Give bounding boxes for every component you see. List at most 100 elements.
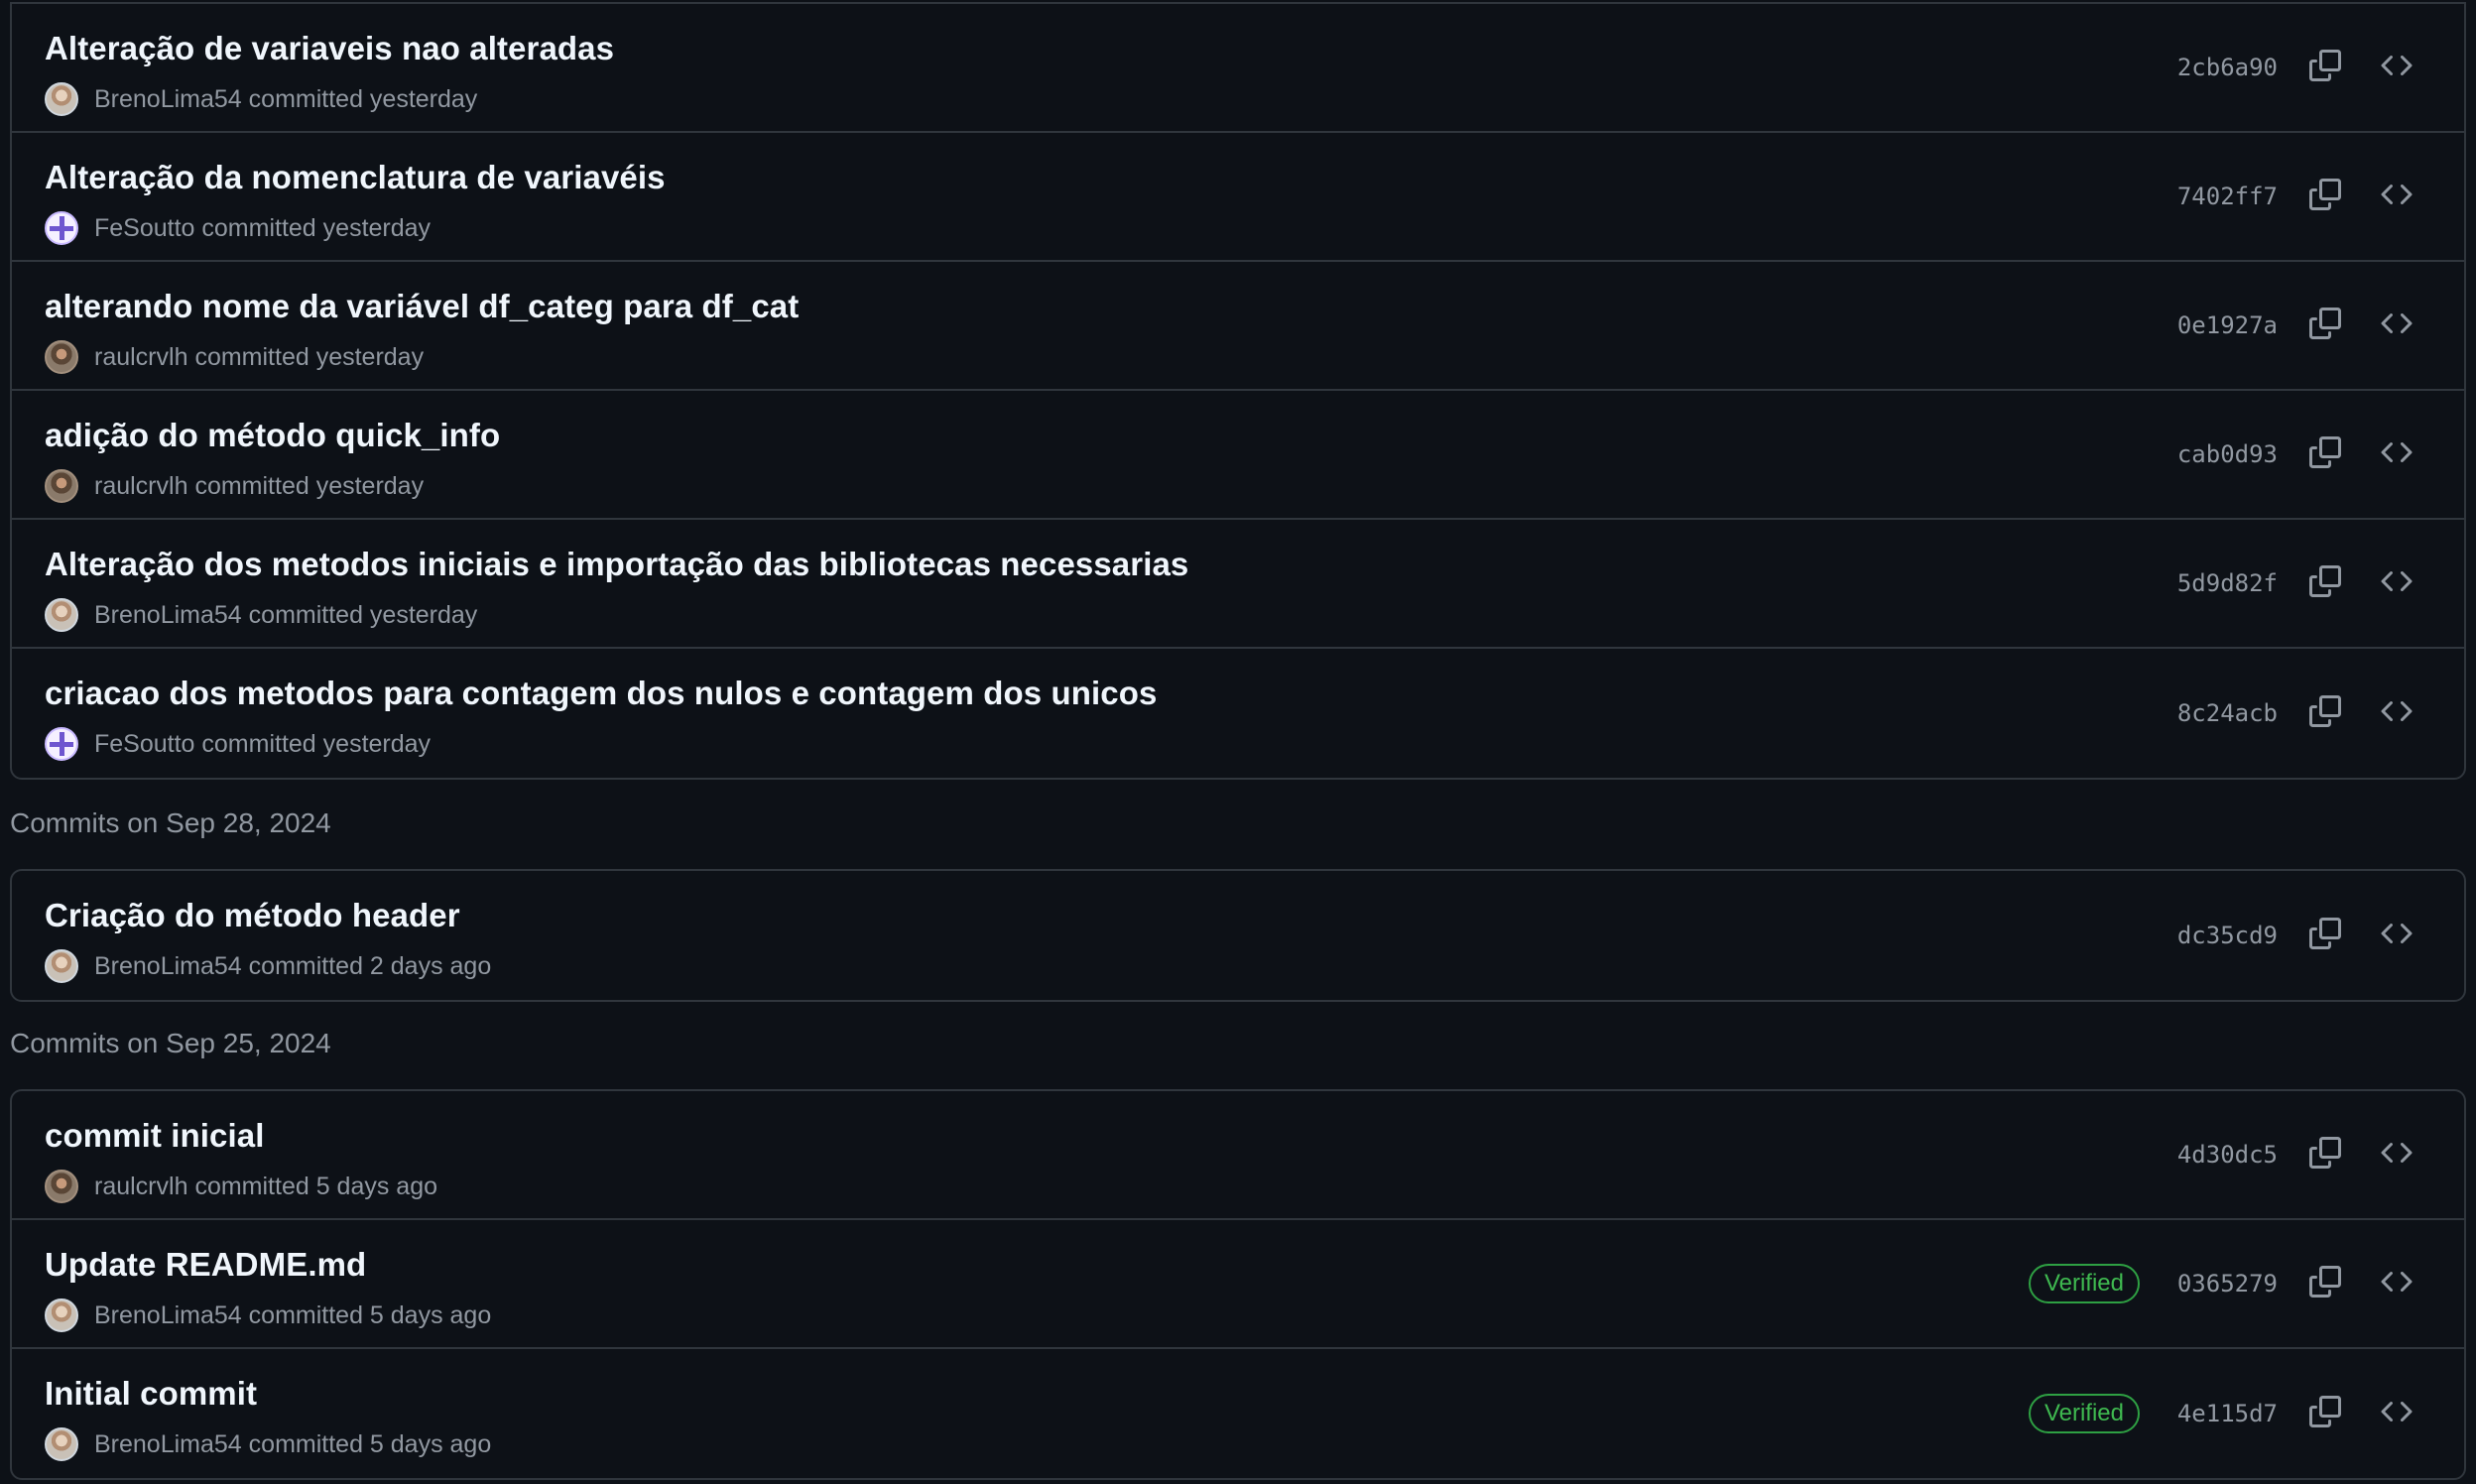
copy-icon <box>2309 307 2341 344</box>
commit-row: Alteração dos metodos iniciais e importa… <box>12 520 2464 649</box>
commit-message-link[interactable]: Alteração dos metodos iniciais e importa… <box>45 546 1188 583</box>
commit-time-text: committed yesterday <box>194 471 425 500</box>
avatar[interactable] <box>45 1298 78 1332</box>
commit-meta: raulcrvlh committed yesterday <box>45 339 424 375</box>
copy-sha-button[interactable] <box>2301 1260 2349 1307</box>
commit-sha-link[interactable]: 0e1927a <box>2177 311 2278 339</box>
commit-author-link[interactable]: raulcrvlh <box>94 472 187 501</box>
commit-author-link[interactable]: BrenoLima54 <box>94 952 242 981</box>
commit-row: adição do método quick_info raulcrvlh com… <box>12 391 2464 520</box>
copy-sha-button[interactable] <box>2301 1131 2349 1178</box>
code-icon <box>2381 1137 2413 1174</box>
avatar[interactable] <box>45 340 78 374</box>
copy-icon <box>2309 564 2341 602</box>
commit-author-link[interactable]: raulcrvlh <box>94 343 187 372</box>
avatar[interactable] <box>45 949 78 983</box>
commit-sha-link[interactable]: 8c24acb <box>2177 699 2278 727</box>
commit-meta: raulcrvlh committed 5 days ago <box>45 1169 437 1204</box>
commit-message-link[interactable]: Alteração de variaveis nao alteradas <box>45 30 614 67</box>
browse-repo-button[interactable] <box>2373 689 2420 737</box>
browse-repo-button[interactable] <box>2373 44 2420 91</box>
commit-row: alterando nome da variável df_categ para… <box>12 262 2464 391</box>
avatar[interactable] <box>45 1170 78 1203</box>
browse-repo-button[interactable] <box>2373 912 2420 959</box>
commit-meta: FeSoutto committed yesterday <box>45 726 431 762</box>
commit-author-link[interactable]: BrenoLima54 <box>94 85 242 114</box>
copy-sha-button[interactable] <box>2301 302 2349 349</box>
copy-sha-button[interactable] <box>2301 912 2349 959</box>
commit-message-link[interactable]: Initial commit <box>45 1375 257 1413</box>
commit-row: commit inicial raulcrvlh committed 5 days… <box>12 1091 2464 1220</box>
commit-time-text: committed yesterday <box>201 729 432 758</box>
commit-row: Alteração da nomenclatura de variavéis Fe… <box>12 133 2464 262</box>
avatar[interactable] <box>45 469 78 503</box>
copy-icon <box>2309 917 2341 954</box>
browse-repo-button[interactable] <box>2373 1131 2420 1178</box>
code-icon <box>2381 918 2413 954</box>
commit-author-link[interactable]: BrenoLima54 <box>94 1301 242 1330</box>
commit-author-link[interactable]: raulcrvlh <box>94 1173 187 1201</box>
avatar[interactable] <box>45 82 78 116</box>
commits-date-heading: Commits on Sep 25, 2024 <box>10 1028 331 1058</box>
commit-message-link[interactable]: Update README.md <box>45 1246 366 1284</box>
commit-sha-link[interactable]: 4d30dc5 <box>2177 1141 2278 1169</box>
commit-message-link[interactable]: Alteração da nomenclatura de variavéis <box>45 159 666 196</box>
commit-sha-link[interactable]: 5d9d82f <box>2177 569 2278 597</box>
browse-repo-button[interactable] <box>2373 431 2420 478</box>
commit-author-link[interactable]: BrenoLima54 <box>94 1430 242 1459</box>
commit-message-link[interactable]: alterando nome da variável df_categ para… <box>45 288 799 325</box>
commit-sha-link[interactable]: 0365279 <box>2177 1270 2278 1298</box>
verified-badge[interactable]: Verified <box>2028 1264 2140 1303</box>
commit-group: Alteração de variaveis nao alteradas Bren… <box>10 2 2466 780</box>
copy-icon <box>2309 1136 2341 1174</box>
avatar[interactable] <box>45 211 78 245</box>
commit-author-link[interactable]: BrenoLima54 <box>94 601 242 630</box>
copy-sha-button[interactable] <box>2301 559 2349 607</box>
commit-sha-link[interactable]: 4e115d7 <box>2177 1400 2278 1427</box>
avatar[interactable] <box>45 1427 78 1461</box>
commit-group: commit inicial raulcrvlh committed 5 days… <box>10 1089 2466 1480</box>
copy-sha-button[interactable] <box>2301 689 2349 737</box>
commit-message-link[interactable]: adição do método quick_info <box>45 417 500 454</box>
copy-sha-button[interactable] <box>2301 173 2349 220</box>
copy-sha-button[interactable] <box>2301 431 2349 478</box>
commit-meta: BrenoLima54 committed 5 days ago <box>45 1298 491 1333</box>
browse-repo-button[interactable] <box>2373 302 2420 349</box>
copy-icon <box>2309 49 2341 86</box>
copy-sha-button[interactable] <box>2301 44 2349 91</box>
browse-repo-button[interactable] <box>2373 559 2420 607</box>
verified-badge[interactable]: Verified <box>2028 1394 2140 1433</box>
code-icon <box>2381 436 2413 473</box>
commit-author-link[interactable]: FeSoutto <box>94 214 194 243</box>
commit-row: Alteração de variaveis nao alteradas Bren… <box>12 4 2464 133</box>
commit-message-link[interactable]: criacao dos metodos para contagem dos nu… <box>45 675 1157 712</box>
commit-meta: BrenoLima54 committed yesterday <box>45 597 477 633</box>
commit-meta: BrenoLima54 committed yesterday <box>45 81 477 117</box>
commit-time-text: committed yesterday <box>201 213 432 242</box>
code-icon <box>2381 565 2413 602</box>
browse-repo-button[interactable] <box>2373 1260 2420 1307</box>
commit-time-text: committed 5 days ago <box>248 1300 492 1329</box>
commit-sha-link[interactable]: dc35cd9 <box>2177 922 2278 949</box>
commit-row: Update README.md BrenoLima54 committed 5 … <box>12 1220 2464 1349</box>
copy-sha-button[interactable] <box>2301 1390 2349 1437</box>
commit-time-text: committed yesterday <box>248 600 478 629</box>
commit-author-link[interactable]: FeSoutto <box>94 730 194 759</box>
code-icon <box>2381 695 2413 732</box>
avatar[interactable] <box>45 598 78 632</box>
commit-sha-link[interactable]: 2cb6a90 <box>2177 54 2278 81</box>
avatar[interactable] <box>45 727 78 761</box>
commit-message-link[interactable]: commit inicial <box>45 1117 264 1155</box>
commit-row: Initial commit BrenoLima54 committed 5 da… <box>12 1349 2464 1478</box>
browse-repo-button[interactable] <box>2373 173 2420 220</box>
copy-icon <box>2309 1265 2341 1302</box>
commit-sha-link[interactable]: 7402ff7 <box>2177 183 2278 210</box>
commit-meta: BrenoLima54 committed 2 days ago <box>45 948 491 984</box>
commit-time-text: committed 5 days ago <box>194 1172 438 1200</box>
browse-repo-button[interactable] <box>2373 1390 2420 1437</box>
commit-message-link[interactable]: Criação do método header <box>45 897 460 934</box>
commit-row: Criação do método header BrenoLima54 comm… <box>12 871 2464 1000</box>
commit-sha-link[interactable]: cab0d93 <box>2177 440 2278 468</box>
code-icon <box>2381 50 2413 86</box>
commit-meta: raulcrvlh committed yesterday <box>45 468 424 504</box>
